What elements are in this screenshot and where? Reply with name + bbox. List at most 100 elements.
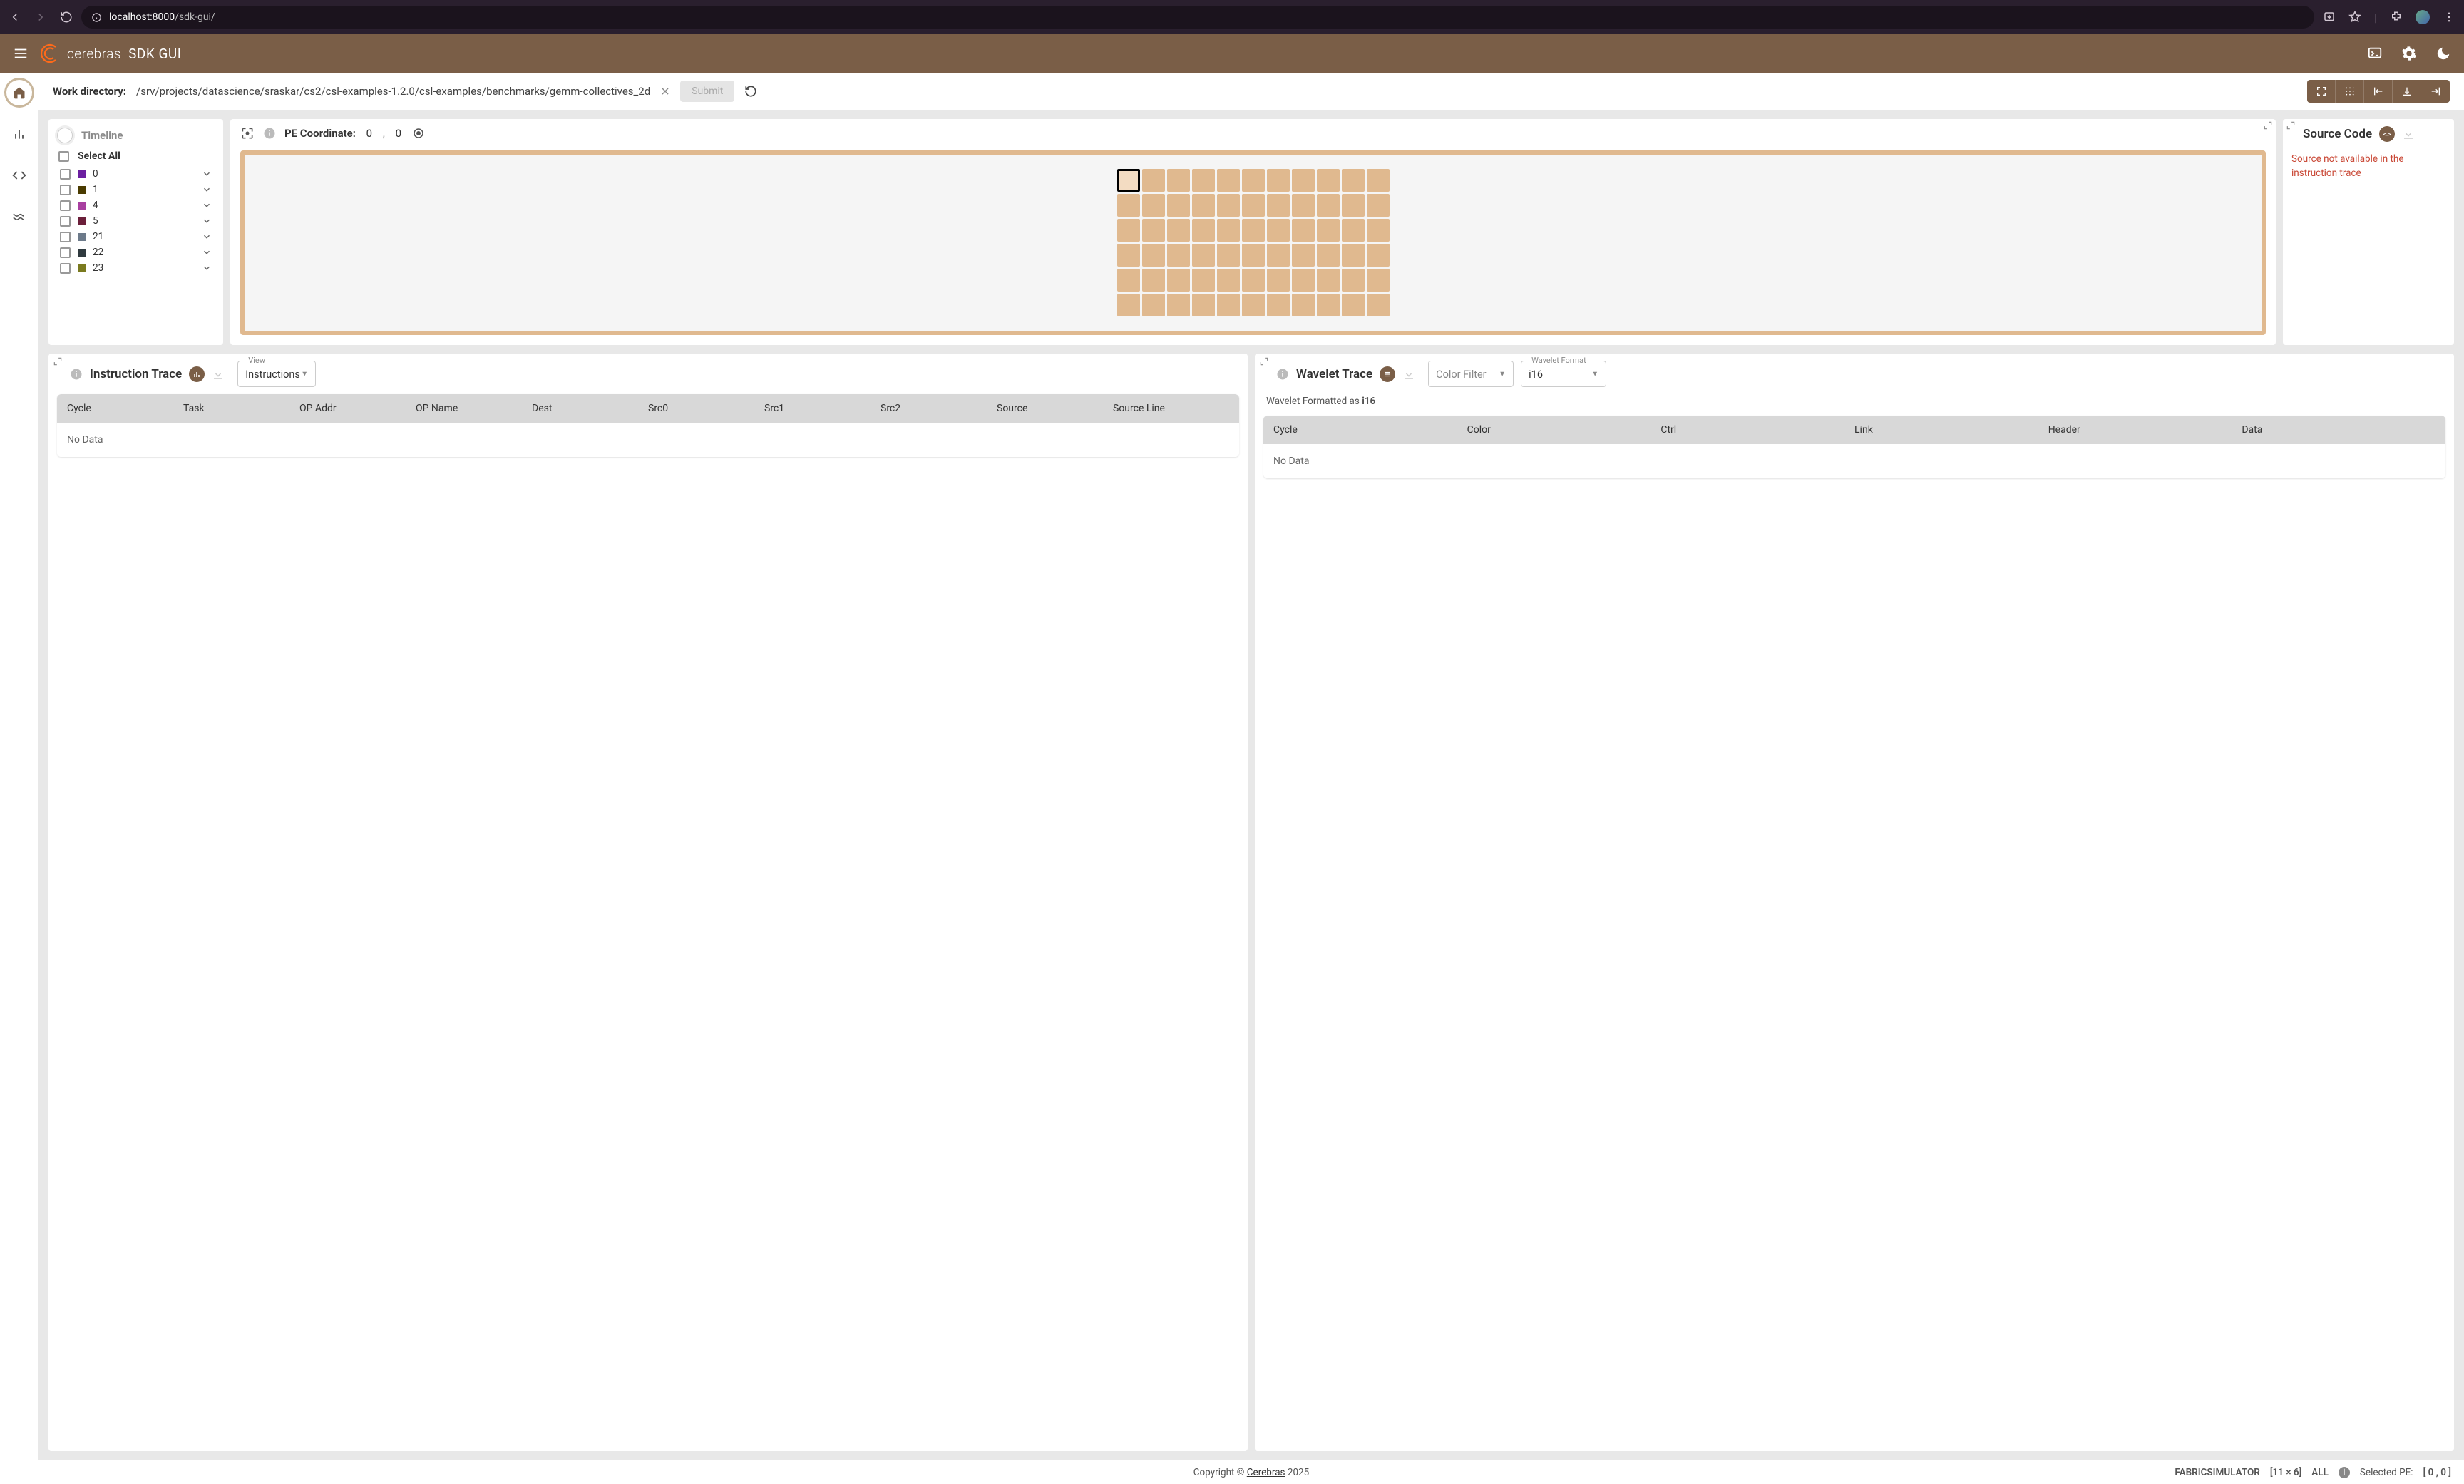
pe-coord-y[interactable]: 0 <box>394 127 404 140</box>
site-info-icon[interactable] <box>91 12 102 23</box>
grid-icon[interactable] <box>2336 80 2364 103</box>
pe-cell[interactable] <box>1317 169 1340 192</box>
terminal-icon[interactable] <box>2367 46 2383 61</box>
pe-cell[interactable] <box>1117 169 1140 192</box>
pe-cell[interactable] <box>1367 194 1390 217</box>
pe-cell[interactable] <box>1342 194 1365 217</box>
pe-cell[interactable] <box>1117 194 1140 217</box>
timeline-item[interactable]: 22 <box>57 246 215 259</box>
table-column-header[interactable]: Source Line <box>1113 403 1229 414</box>
timeline-item-checkbox[interactable] <box>60 200 71 211</box>
chevron-down-icon[interactable] <box>202 200 212 210</box>
nav-waves-icon[interactable] <box>6 204 32 230</box>
chevron-down-icon[interactable] <box>202 232 212 242</box>
pe-grid[interactable] <box>1117 169 1390 316</box>
pe-cell[interactable] <box>1242 219 1265 242</box>
chevron-down-icon[interactable] <box>202 216 212 226</box>
panel-expand-icon[interactable] <box>1259 356 1269 366</box>
timeline-item-checkbox[interactable] <box>60 169 71 180</box>
table-column-header[interactable]: Task <box>183 403 299 414</box>
fullscreen-icon[interactable] <box>2307 80 2336 103</box>
pe-cell[interactable] <box>1142 169 1165 192</box>
pe-cell[interactable] <box>1317 294 1340 316</box>
target-icon[interactable] <box>240 126 255 140</box>
pe-cell[interactable] <box>1142 219 1165 242</box>
pe-cell[interactable] <box>1367 219 1390 242</box>
pe-cell[interactable] <box>1167 194 1190 217</box>
table-column-header[interactable]: OP Name <box>416 403 532 414</box>
pe-coord-x[interactable]: 0 <box>364 127 374 140</box>
table-column-header[interactable]: Ctrl <box>1660 424 1854 436</box>
chevron-down-icon[interactable] <box>202 185 212 195</box>
table-column-header[interactable]: Cycle <box>67 403 183 414</box>
timeline-toggle[interactable] <box>57 128 73 143</box>
timeline-item[interactable]: 4 <box>57 199 215 212</box>
chevron-down-icon[interactable] <box>202 169 212 179</box>
pe-cell[interactable] <box>1267 244 1290 267</box>
timeline-item[interactable]: 1 <box>57 183 215 196</box>
pe-cell[interactable] <box>1167 269 1190 292</box>
table-column-header[interactable]: Src0 <box>648 403 764 414</box>
timeline-item[interactable]: 23 <box>57 262 215 274</box>
menu-icon[interactable] <box>13 46 29 61</box>
pe-cell[interactable] <box>1192 194 1215 217</box>
select-all-checkbox[interactable] <box>58 151 69 162</box>
pe-cell[interactable] <box>1367 294 1390 316</box>
timeline-item-checkbox[interactable] <box>60 232 71 242</box>
pe-cell[interactable] <box>1117 294 1140 316</box>
table-column-header[interactable]: Source <box>997 403 1113 414</box>
pe-cell[interactable] <box>1292 194 1315 217</box>
pe-cell[interactable] <box>1292 294 1315 316</box>
timeline-item[interactable]: 21 <box>57 230 215 243</box>
dark-mode-icon[interactable] <box>2435 46 2451 61</box>
pe-cell[interactable] <box>1342 269 1365 292</box>
browser-forward-icon[interactable] <box>34 11 47 24</box>
align-right-icon[interactable] <box>2421 80 2450 103</box>
settings-gear-icon[interactable] <box>2401 46 2417 61</box>
pe-cell[interactable] <box>1142 194 1165 217</box>
table-column-header[interactable]: Data <box>2242 424 2435 436</box>
record-icon[interactable] <box>412 127 425 140</box>
pe-cell[interactable] <box>1367 169 1390 192</box>
pe-cell[interactable] <box>1217 269 1240 292</box>
nav-chart-icon[interactable] <box>6 121 32 147</box>
pe-cell[interactable] <box>1317 194 1340 217</box>
panel-expand-icon[interactable] <box>2263 120 2273 130</box>
pe-cell[interactable] <box>1267 219 1290 242</box>
pe-cell[interactable] <box>1317 219 1340 242</box>
download-icon[interactable] <box>2402 128 2415 140</box>
timeline-item[interactable]: 5 <box>57 215 215 227</box>
table-column-header[interactable]: Dest <box>532 403 648 414</box>
align-left-icon[interactable] <box>2364 80 2393 103</box>
browser-menu-icon[interactable] <box>2443 11 2455 24</box>
table-column-header[interactable]: Src2 <box>881 403 997 414</box>
cerebras-link[interactable]: Cerebras <box>1247 1467 1285 1478</box>
table-column-header[interactable]: Link <box>1854 424 2048 436</box>
pe-cell[interactable] <box>1192 244 1215 267</box>
pe-cell[interactable] <box>1117 244 1140 267</box>
chart-chip-icon[interactable] <box>189 366 205 382</box>
pe-cell[interactable] <box>1167 244 1190 267</box>
align-bottom-icon[interactable] <box>2393 80 2421 103</box>
chevron-down-icon[interactable] <box>202 263 212 273</box>
pe-cell[interactable] <box>1217 219 1240 242</box>
pe-cell[interactable] <box>1342 169 1365 192</box>
pe-cell[interactable] <box>1167 294 1190 316</box>
download-icon[interactable] <box>212 368 225 381</box>
pe-cell[interactable] <box>1292 244 1315 267</box>
table-column-header[interactable]: Color <box>1467 424 1661 436</box>
timeline-item[interactable]: 0 <box>57 168 215 180</box>
pe-cell[interactable] <box>1292 269 1315 292</box>
install-app-icon[interactable] <box>2323 11 2336 24</box>
refresh-icon[interactable] <box>744 85 757 98</box>
pe-cell[interactable] <box>1192 169 1215 192</box>
pe-cell[interactable] <box>1192 219 1215 242</box>
pe-cell[interactable] <box>1292 169 1315 192</box>
pe-cell[interactable] <box>1342 294 1365 316</box>
table-column-header[interactable]: Src1 <box>764 403 881 414</box>
pe-cell[interactable] <box>1292 219 1315 242</box>
pe-cell[interactable] <box>1167 169 1190 192</box>
nav-code-icon[interactable] <box>6 163 32 188</box>
pe-cell[interactable] <box>1192 294 1215 316</box>
browser-back-icon[interactable] <box>9 11 21 24</box>
